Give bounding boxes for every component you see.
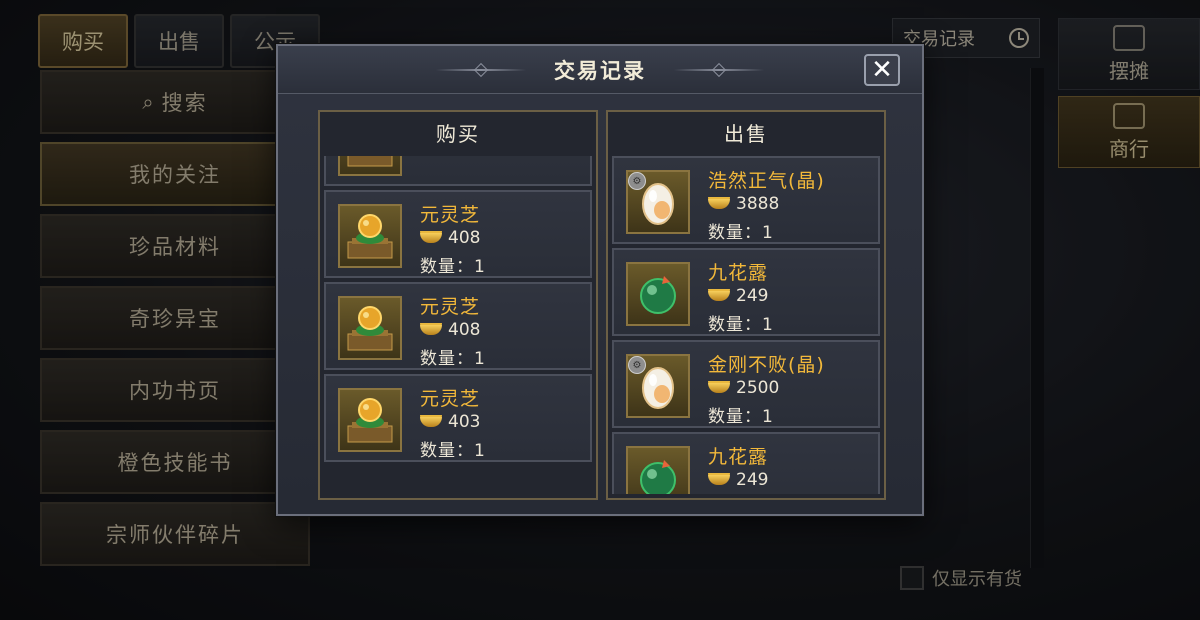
buy-column-header: 购买 [436,121,480,146]
shop-label: 商行 [1109,136,1149,161]
category-my-follow[interactable]: 我的关注 [40,142,310,206]
sell-column-header: 出售 [724,121,768,146]
clock-icon [1009,28,1029,48]
gold-ingot-icon [708,475,730,485]
search-button[interactable]: ⌕ 搜索 [40,70,310,134]
item-name: 元灵芝 [420,296,481,318]
stall-button[interactable]: 摆摊 [1058,18,1200,90]
ornament-left-icon [436,68,526,71]
price-value: 403 [448,412,481,432]
stock-filter-label: 仅显示有货 [932,569,1022,590]
sell-column: 出售 ⚙ 浩然正气(晶) 3888 数量：1 九花露 249 数量：1 ⚙ 金刚不败(晶) 250… [606,110,886,500]
item-price: 408 [420,228,480,248]
modal-title: 交易记录 [554,58,646,83]
list-item[interactable]: 408数量：1 [324,156,592,186]
category-orange-skill-books[interactable]: 橙色技能书 [40,430,310,494]
list-item[interactable]: 元灵芝 408 数量：1 [324,282,592,370]
lingzhi-icon [338,204,402,268]
shop-button[interactable]: 商行 [1058,96,1200,168]
gold-ingot-icon [420,417,442,427]
item-name: 元灵芝 [420,388,481,410]
item-name: 金刚不败(晶) [708,354,825,376]
item-name: 元灵芝 [420,204,481,226]
gold-ingot-icon [708,383,730,393]
price-value: 249 [736,470,769,490]
price-value: 408 [448,320,481,340]
ornament-right-icon [674,68,764,71]
stock-filter[interactable]: 仅显示有货 [900,565,1022,591]
item-price: 3888 [708,194,779,214]
list-item[interactable]: 元灵芝 408 数量：1 [324,190,592,278]
lingzhi-icon [338,156,402,176]
lingzhi-icon [338,296,402,360]
stall-icon [1113,24,1145,51]
item-quantity: 数量：1 [420,441,486,461]
item-name: 九花露 [708,446,769,468]
tab-buy[interactable]: 购买 [38,14,128,68]
item-price: 2500 [708,378,779,398]
bound-badge-icon: ⚙ [628,172,646,190]
modal-header: 交易记录 ✕ [278,46,922,94]
item-price: 408 [420,320,480,340]
item-name: 浩然正气(晶) [708,170,825,192]
price-value: 2500 [736,378,780,398]
list-scroll-panel [1030,68,1044,568]
item-quantity: 数量：1 [420,257,486,277]
buy-list[interactable]: 408数量：1元灵芝408数量：1元灵芝408数量：1元灵芝403数量：1 [324,156,592,494]
list-item[interactable]: 九花露249数量：1 [612,432,880,494]
item-quantity: 数量：1 [420,349,486,369]
category-partner-fragments[interactable]: 宗师伙伴碎片 [40,502,310,566]
gold-ingot-icon [708,291,730,301]
close-icon: ✕ [871,55,893,85]
tab-sell[interactable]: 出售 [134,14,224,68]
item-price: 249 [708,470,768,490]
list-item[interactable]: ⚙ 浩然正气(晶) 3888 数量：1 [612,156,880,244]
stock-filter-checkbox[interactable] [900,566,924,590]
list-item[interactable]: 元灵芝 403 数量：1 [324,374,592,462]
trade-record-modal: 交易记录 ✕ 购买 408数量：1元灵芝408数量：1元灵芝408数量：1元灵芝… [276,44,924,516]
green-orb-icon [626,262,690,326]
item-price: 249 [708,286,768,306]
gold-ingot-icon [708,199,730,209]
close-button[interactable]: ✕ [864,54,900,86]
list-item[interactable]: ⚙ 金刚不败(晶) 2500 数量：1 [612,340,880,428]
list-item[interactable]: 九花露249 数量：1 [612,248,880,336]
lingzhi-icon [338,388,402,452]
bound-badge-icon: ⚙ [628,356,646,374]
price-value: 3888 [736,194,780,214]
price-value: 408 [448,228,481,248]
category-treasures[interactable]: 奇珍异宝 [40,286,310,350]
category-list: ⌕ 搜索 我的关注 珍品材料 奇珍异宝 内功书页 橙色技能书 宗师伙伴碎片 [40,70,310,574]
category-inner-pages[interactable]: 内功书页 [40,358,310,422]
gold-ingot-icon [420,325,442,335]
buy-column: 购买 408数量：1元灵芝408数量：1元灵芝408数量：1元灵芝403数量：1 [318,110,598,500]
green-orb-icon [626,446,690,494]
shop-icon [1113,102,1145,129]
price-value: 249 [736,286,769,306]
search-label: 搜索 [161,91,208,115]
item-name: 九花露 [708,262,769,284]
item-quantity: 数量：1 [708,223,774,243]
search-icon: ⌕ [142,90,156,114]
item-price: 403 [420,412,480,432]
gold-ingot-icon [420,233,442,243]
item-quantity: 数量：1 [708,407,774,427]
category-rare-materials[interactable]: 珍品材料 [40,214,310,278]
sell-list[interactable]: ⚙ 浩然正气(晶) 3888 数量：1 九花露 249 数量：1 ⚙ 金刚不败(晶) 2500 数量… [612,156,880,494]
stall-label: 摆摊 [1109,58,1149,83]
item-quantity: 数量：1 [708,315,774,335]
